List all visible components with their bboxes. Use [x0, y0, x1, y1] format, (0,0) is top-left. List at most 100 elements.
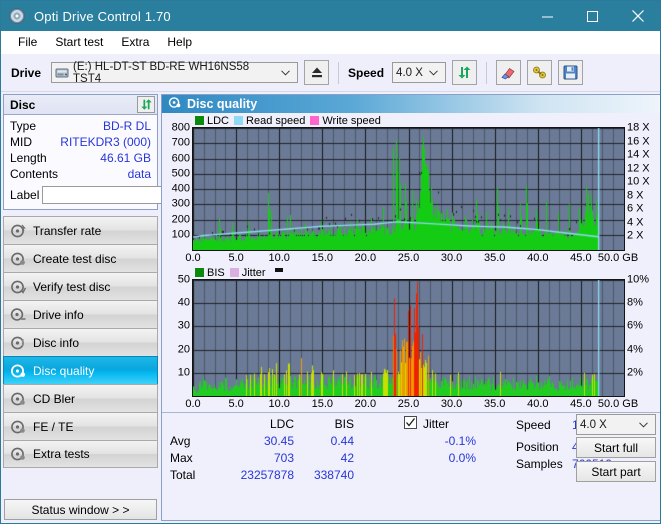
disc-row-key: MID [10, 135, 32, 149]
save-button[interactable] [558, 60, 584, 85]
y2-tick-label: 2 X [627, 229, 644, 242]
y-tick-label: 700 [171, 136, 190, 149]
disc-row-length: Length 46.61 GB [10, 150, 151, 166]
legend-swatch [195, 116, 204, 125]
eject-button[interactable] [304, 60, 330, 85]
y-tick-label: 10 [177, 366, 190, 379]
chevron-down-icon[interactable] [276, 68, 295, 78]
panel-title: Disc quality [187, 97, 258, 111]
refresh-button[interactable] [452, 60, 478, 85]
y2-tick-label: 8% [627, 296, 643, 309]
ldc-total-value: 23257878 [240, 468, 294, 482]
legend-label: Jitter [241, 266, 266, 279]
sidebar-item-label: Transfer rate [33, 223, 102, 238]
y-tick-label: 400 [171, 182, 190, 195]
bis-max-value: 42 [340, 451, 354, 465]
sidebar-item-label: Disc info [33, 335, 80, 350]
jitter-checkbox[interactable] [404, 416, 417, 429]
window-title: Opti Drive Control 1.70 [34, 8, 171, 24]
sidebar-nav: Transfer rate Create test disc Verify te… [3, 216, 158, 468]
sidebar-item-fe-te[interactable]: FE / TE [3, 412, 158, 440]
y2-tick-label: 4 X [627, 216, 644, 229]
y2-tick-label: 6 X [627, 202, 644, 215]
chevron-down-icon[interactable] [424, 68, 443, 78]
maximize-icon[interactable] [570, 1, 615, 31]
menu-start-test[interactable]: Start test [46, 33, 112, 52]
sidebar-item-create-test-disc[interactable]: Create test disc [3, 244, 158, 272]
y-tick-label: 20 [177, 343, 190, 356]
minimize-icon[interactable] [525, 1, 570, 31]
disc-test-icon [10, 419, 26, 435]
window-controls [525, 1, 660, 31]
y2-tick-label: 2% [627, 366, 643, 379]
disc-row-value: RITEKDR3 (000) [60, 135, 151, 149]
menu-extra[interactable]: Extra [112, 33, 158, 52]
ldc-legend: LDC Read speed Write speed [164, 114, 658, 127]
speed-select[interactable]: 4.0 X [392, 62, 447, 83]
sidebar-item-label: Drive info [33, 307, 84, 322]
y2-tick-label: 6% [627, 319, 643, 332]
start-full-button[interactable]: Start full [576, 437, 656, 458]
sidebar-item-disc-info[interactable]: Disc info [3, 328, 158, 356]
tools-button[interactable] [527, 60, 553, 85]
sidebar-filler [3, 468, 158, 495]
ldc-max-value: 703 [273, 451, 294, 465]
ldc-x-axis-labels: 0.0 5.0 10.0 15.0 20.0 25.0 30.0 35.0 40.0 45.0 50… [185, 251, 658, 266]
erase-button[interactable] [496, 60, 522, 85]
disc-quality-icon [10, 363, 26, 379]
menu-help[interactable]: Help [158, 33, 201, 52]
x-tick-label: 45.0 [570, 398, 592, 410]
start-part-button[interactable]: Start part [576, 461, 656, 482]
x-tick-label: 10.0 [268, 252, 290, 264]
disc-row-value: 46.61 GB [100, 151, 151, 165]
status-window-button[interactable]: Status window > > [4, 499, 157, 520]
x-tick-label: 35.0 [483, 252, 506, 264]
disc-refresh-button[interactable] [137, 96, 155, 113]
drive-select[interactable]: (E:) HL-DT-ST BD-RE WH16NS58 TST4 [51, 61, 299, 85]
samples-label: Samples [516, 457, 563, 471]
close-icon[interactable] [615, 1, 660, 31]
disc-test-icon [10, 446, 26, 462]
disc-test-icon [10, 223, 26, 239]
menu-file[interactable]: File [9, 33, 46, 52]
bis-plot-area[interactable] [192, 279, 625, 397]
sidebar-item-cd-bler[interactable]: CD Bler [3, 384, 158, 412]
sidebar-item-disc-quality[interactable]: Disc quality [3, 356, 158, 384]
sidebar-item-drive-info[interactable]: Drive info [3, 300, 158, 328]
jitter-label: Jitter [423, 417, 450, 431]
sidebar-item-extra-tests[interactable]: Extra tests [3, 440, 158, 468]
y-tick-label: 50 [177, 273, 190, 286]
sidebar-item-verify-test-disc[interactable]: Verify test disc [3, 272, 158, 300]
test-info: Speed 1.75 X Position 47731 MB Samples 7… [516, 414, 656, 482]
disc-label-key: Label [10, 187, 40, 202]
test-speed-select[interactable]: 4.0 X [576, 414, 656, 435]
drive-toolbar: Drive (E:) HL-DT-ST BD-RE WH16NS58 TST4 [1, 54, 660, 92]
ldc-y2-axis-labels: 2 X4 X6 X8 X 10 X 12 X 14 X 16 X 18 X [625, 122, 658, 251]
x-tick-label: 5.0 [228, 398, 244, 410]
speed-info-label: Speed [516, 418, 551, 432]
ldc-plot-area[interactable] [192, 127, 625, 251]
toolbar-divider [338, 61, 340, 84]
stats-area: Avg Max Total LDC BIS 30.45 703 23257878… [162, 412, 660, 484]
bis-x-axis-labels: 0.0 5.0 10.0 15.0 20.0 25.0 30.0 35.0 40.0 45.0 50… [185, 397, 658, 412]
sidebar-item-label: FE / TE [33, 419, 74, 434]
y-tick-label: 500 [171, 167, 190, 180]
jitter-stats: Jitter -0.1% 0.0% [398, 416, 516, 482]
disc-row-contents: Contents data [10, 166, 151, 182]
speed-label: Speed [348, 65, 385, 80]
x-tick-label: 25.0 [397, 252, 420, 264]
disc-label-row: Label [10, 184, 245, 205]
sidebar-item-label: Disc quality [33, 363, 95, 378]
y2-tick-label: 10 X [627, 175, 650, 188]
legend-label: LDC [207, 114, 230, 127]
panel-header: Disc quality [162, 95, 660, 113]
sidebar-item-transfer-rate[interactable]: Transfer rate [3, 216, 158, 244]
disc-quality-icon [168, 96, 181, 112]
legend-swatch [195, 268, 204, 277]
x-tick-label: 35.0 [483, 398, 506, 410]
chevron-down-icon[interactable] [634, 420, 653, 430]
column-header-ldc: LDC [269, 417, 294, 431]
disc-info-panel: Disc Type BD-R DL MID RITEKDR3 (000) Len… [3, 94, 245, 210]
speed-value: 4.0 X [396, 66, 423, 79]
x-tick-label: 10.0 [268, 398, 290, 410]
